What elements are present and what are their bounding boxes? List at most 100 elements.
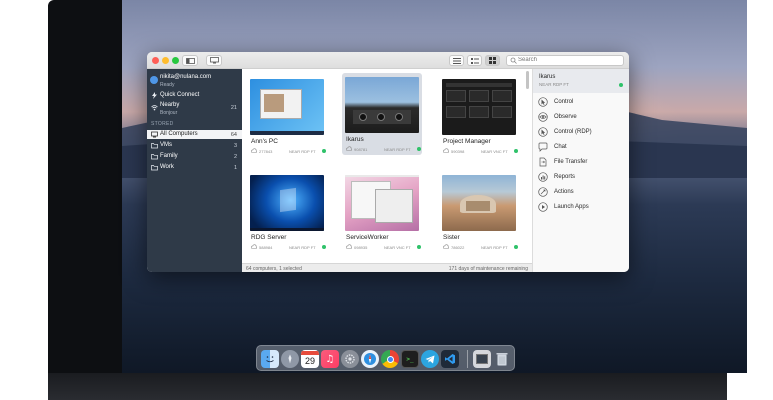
action-observe-button[interactable]: Observe: [533, 110, 629, 124]
cloud-icon: [251, 148, 257, 153]
zoom-window-button[interactable]: [172, 57, 179, 64]
file-transfer-icon: [539, 157, 547, 167]
sidebar-item-vms[interactable]: VMs 3: [147, 141, 242, 150]
selected-computer-connection: NEAR RDP FT: [539, 82, 569, 87]
reports-icon: [538, 172, 548, 182]
sidebar-item-family[interactable]: Family 2: [147, 152, 242, 161]
online-status-dot: [322, 149, 326, 153]
online-status-dot: [514, 149, 518, 153]
computer-thumbnail: [345, 77, 419, 133]
account-status: Ready: [160, 82, 175, 88]
sidebar-item-label: All Computers: [160, 131, 198, 137]
lightning-icon: [152, 92, 157, 99]
terminal-icon[interactable]: >_: [401, 350, 419, 368]
action-control-button[interactable]: Control: [533, 95, 629, 109]
view-detail-button[interactable]: [467, 55, 482, 66]
sidebar-item-label: Work: [160, 164, 174, 170]
sidebar-item-sublabel: Bonjour: [160, 110, 178, 116]
sidebar-item-label: Quick Connect: [160, 92, 200, 98]
system-preferences-icon[interactable]: [341, 350, 359, 368]
action-label: Reports: [554, 174, 576, 180]
telegram-icon[interactable]: [421, 350, 439, 368]
grid-scrollbar[interactable]: [526, 71, 529, 89]
remote-desktop-window: nikita@nulana.com Ready Quick Connect Ne…: [147, 52, 629, 272]
status-bar: 64 computers, 1 selected 171 days of mai…: [242, 263, 532, 272]
vscode-icon[interactable]: [441, 350, 459, 368]
calendar-icon[interactable]: 29: [301, 350, 319, 368]
action-launch-apps-button[interactable]: Launch Apps: [533, 200, 629, 214]
sidebar-item-count: 21: [230, 105, 237, 111]
computer-id: 908781: [354, 147, 368, 152]
online-status-dot: [514, 245, 518, 249]
connection-type: NEAR RDP FT: [289, 245, 316, 250]
computer-tile[interactable]: Ann's PC 277843 NEAR RDP FT: [247, 75, 327, 157]
dock: 29 ♫ >_: [256, 345, 515, 371]
connection-type: NEAR VNC FT: [384, 245, 411, 250]
action-control-rdp-button[interactable]: Control (RDP): [533, 125, 629, 139]
sidebar-item-label: Family: [160, 153, 178, 159]
finder-icon[interactable]: [261, 350, 279, 368]
action-reports-button[interactable]: Reports: [533, 170, 629, 184]
computer-thumbnail: [250, 79, 324, 135]
toggle-sidebar-button[interactable]: [182, 55, 198, 66]
action-label: Actions: [554, 189, 574, 195]
sidebar-item-all-computers[interactable]: All Computers 64: [147, 130, 242, 139]
view-list-button[interactable]: [449, 55, 464, 66]
view-grid-button[interactable]: [485, 55, 500, 66]
account-row[interactable]: nikita@nulana.com Ready: [147, 72, 242, 88]
chrome-icon[interactable]: [381, 350, 399, 368]
computer-tile[interactable]: Ikarus 908781 NEAR RDP FT: [342, 73, 422, 155]
computer-id: 588984: [259, 245, 273, 250]
minimize-window-button[interactable]: [162, 57, 169, 64]
computer-id: 786022: [451, 245, 465, 250]
computer-tile[interactable]: RDG Server 588984 NEAR RDP FT: [247, 171, 327, 253]
online-status-dot: [619, 83, 623, 87]
computer-name: ServiceWorker: [346, 234, 389, 241]
folder-icon: [151, 154, 158, 160]
action-file-transfer-button[interactable]: File Transfer: [533, 155, 629, 169]
search-input[interactable]: [518, 57, 618, 63]
maintenance-remaining: 171 days of maintenance remaining: [448, 266, 528, 272]
music-icon[interactable]: ♫: [321, 350, 339, 368]
sidebar-item-label: Nearby: [160, 102, 180, 108]
search-field[interactable]: [506, 55, 624, 66]
sidebar-item-count: 3: [233, 142, 237, 149]
computer-id: 277843: [259, 149, 273, 154]
computer-tile[interactable]: Sister 786022 NEAR RDP FT: [439, 171, 519, 253]
trash-icon[interactable]: [493, 350, 511, 368]
cloud-icon: [443, 148, 449, 153]
action-label: Control: [554, 99, 574, 105]
eye-icon: [538, 112, 548, 122]
selected-computer-name: Ikarus: [539, 74, 556, 80]
action-actions-button[interactable]: Actions: [533, 185, 629, 199]
computer-tile[interactable]: ServiceWorker 098935 NEAR VNC FT: [342, 171, 422, 253]
remote-desktop-icon[interactable]: [473, 350, 491, 368]
computer-tile[interactable]: Project Manager 590398 NEAR VNC FT: [439, 75, 519, 157]
close-window-button[interactable]: [152, 57, 159, 64]
computer-thumbnail: [345, 175, 419, 231]
sidebar-item-work[interactable]: Work 1: [147, 163, 242, 172]
connection-type: NEAR VNC FT: [481, 149, 508, 154]
action-label: Launch Apps: [554, 204, 589, 210]
online-status-dot: [322, 245, 326, 249]
action-label: Chat: [554, 144, 567, 150]
sidebar-item-quick-connect[interactable]: Quick Connect: [147, 91, 242, 100]
title-bar[interactable]: [147, 52, 629, 69]
sidebar-icon: [185, 57, 195, 64]
screen-button[interactable]: [206, 55, 222, 66]
computer-thumbnail: [250, 175, 324, 231]
cloud-icon: [443, 244, 449, 249]
account-email: nikita@nulana.com: [160, 74, 212, 80]
safari-icon[interactable]: [361, 350, 379, 368]
sidebar-item-label: VMs: [160, 142, 172, 148]
grid-view-icon: [489, 57, 496, 64]
computer-name: Ikarus: [346, 136, 364, 143]
action-chat-button[interactable]: Chat: [533, 140, 629, 154]
computer-thumbnail: [442, 175, 516, 231]
launchpad-icon[interactable]: [281, 350, 299, 368]
cloud-icon: [251, 244, 257, 249]
sidebar: nikita@nulana.com Ready Quick Connect Ne…: [147, 69, 242, 272]
actions-icon: [538, 187, 548, 197]
play-icon: [538, 202, 548, 212]
sidebar-item-nearby[interactable]: Nearby Bonjour 21: [147, 102, 242, 117]
